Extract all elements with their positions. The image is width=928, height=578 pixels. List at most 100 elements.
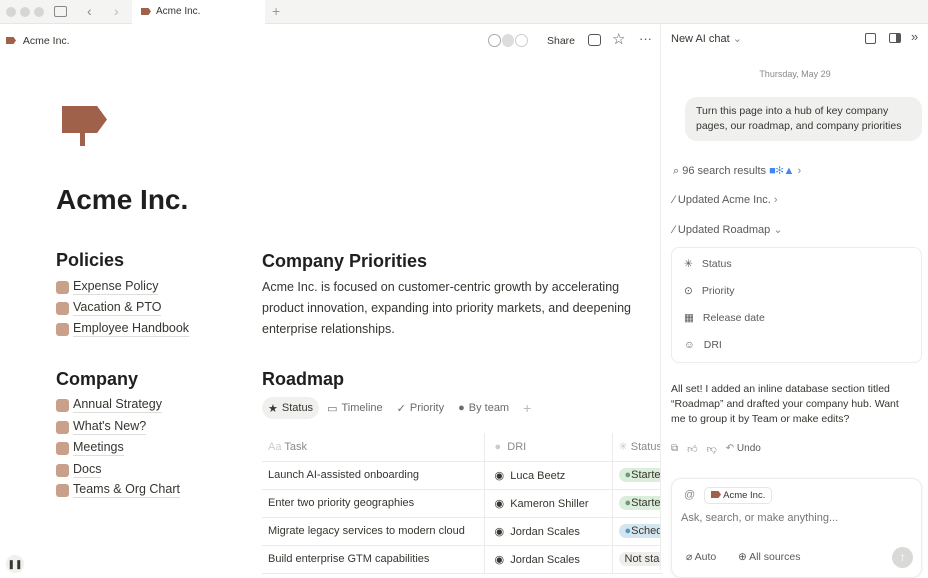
table-row[interactable]: Migrate legacy services to modern cloud ◉… [262, 517, 662, 546]
table-header-row: Aa Task ● DRI ✳ Status [262, 433, 662, 462]
link-expense-policy[interactable]: Expense Policy [56, 279, 159, 295]
context-chip[interactable]: Acme Inc. [704, 487, 773, 504]
pencil-icon: ⁄ [673, 194, 675, 206]
collaborator-avatars[interactable] [488, 34, 528, 48]
link-docs[interactable]: Docs [56, 462, 102, 478]
close-window-button[interactable] [6, 7, 16, 17]
mention-icon[interactable]: @ [684, 489, 695, 501]
chat-input-box[interactable]: @ Acme Inc. ⌀ Auto ⊕ All sources ↑ [671, 478, 922, 578]
new-chat-icon[interactable] [865, 33, 876, 44]
dri-cell[interactable]: ◉ Jordan Scales [483, 517, 613, 546]
table-row[interactable]: Enter two priority geographies ◉ Kameron … [262, 489, 662, 518]
company-priorities-text[interactable]: Acme Inc. is focused on customer-centric… [262, 277, 657, 340]
roadmap-table: Aa Task ● DRI ✳ Status Launch AI-assiste… [262, 433, 662, 574]
page-title[interactable]: Acme Inc. [56, 184, 188, 216]
context-chip-label: Acme Inc. [723, 490, 766, 501]
header-label: Task [284, 440, 307, 453]
favorite-star-icon[interactable]: ☆ [612, 30, 625, 48]
share-button[interactable]: Share [547, 35, 575, 47]
thumbs-up-icon[interactable]: 👍︎ [687, 443, 697, 455]
mode-label: Auto [694, 551, 717, 563]
roadmap-heading[interactable]: Roadmap [262, 369, 344, 390]
status-icon: ✳ [684, 258, 693, 270]
property-release-date: ▦ Release date [684, 312, 765, 324]
task-cell[interactable]: Migrate legacy services to modern cloud [262, 517, 484, 546]
link-employee-handbook[interactable]: Employee Handbook [56, 321, 190, 337]
browser-tab[interactable]: Acme Inc. [132, 0, 265, 25]
chat-input[interactable] [681, 512, 911, 524]
attach-button[interactable]: ⌀ Auto [686, 551, 716, 563]
pause-button[interactable]: ❚❚ [6, 555, 24, 573]
dri-cell[interactable]: ◉ Kameron Shiller [483, 489, 613, 518]
view-tab-status[interactable]: ★ Status [262, 397, 320, 419]
chat-title-dropdown[interactable]: New AI chat ⌄ [671, 32, 742, 45]
sidebar-toggle-icon[interactable] [54, 6, 67, 17]
collapse-panel-icon[interactable]: » [911, 29, 918, 44]
link-label: Vacation & PTO [73, 300, 162, 316]
view-label: Timeline [341, 402, 383, 414]
person-icon: ● [458, 402, 465, 414]
dri-name: Jordan Scales [510, 553, 580, 566]
status-cell[interactable]: ●Scheduled [612, 517, 662, 546]
add-view-button[interactable]: + [517, 397, 537, 419]
signpost-icon [6, 37, 16, 44]
maximize-window-button[interactable] [34, 7, 44, 17]
panel-layout-icon[interactable] [889, 33, 901, 43]
sources-button[interactable]: ⊕ All sources [738, 551, 801, 563]
link-meetings[interactable]: Meetings [56, 440, 124, 456]
status-cell[interactable]: Not started [612, 545, 662, 574]
page-icon-signpost[interactable] [62, 106, 107, 133]
company-priorities-heading: Company Priorities [262, 251, 428, 271]
column-header-task[interactable]: Aa Task [262, 433, 484, 462]
undo-button[interactable]: ↶ Undo [726, 443, 761, 455]
task-cell[interactable]: Enter two priority geographies [262, 489, 484, 518]
column-header-status[interactable]: ✳ Status [612, 433, 662, 462]
link-vacation-pto[interactable]: Vacation & PTO [56, 300, 162, 316]
meetings-icon [56, 441, 69, 455]
forward-icon[interactable]: › [114, 3, 119, 19]
dri-cell[interactable]: ◉ Jordan Scales [483, 545, 613, 574]
new-tab-button[interactable]: + [272, 3, 280, 19]
status-cell[interactable]: ●Started [612, 489, 662, 518]
pencil-icon: ⁄ [673, 224, 675, 236]
updated-roadmap-step[interactable]: ⁄ Updated Roadmap ⌄ [673, 223, 783, 236]
link-whats-new[interactable]: What's New? [56, 419, 147, 435]
step-label: 96 search results [682, 165, 766, 177]
view-tab-priority[interactable]: ✓ Priority [391, 397, 450, 419]
link-annual-strategy[interactable]: Annual Strategy [56, 397, 162, 413]
task-cell[interactable]: Build enterprise GTM capabilities [262, 545, 484, 574]
back-icon[interactable]: ‹ [87, 3, 92, 19]
property-label: DRI [703, 339, 722, 351]
vacation-icon [56, 301, 69, 315]
table-row[interactable]: Launch AI-assisted onboarding ◉ Luca Beet… [262, 461, 662, 490]
send-button[interactable]: ↑ [892, 547, 913, 568]
link-label: Meetings [73, 440, 124, 456]
thumbs-down-icon[interactable]: 👎︎ [707, 443, 717, 455]
column-header-dri[interactable]: ● DRI [483, 433, 613, 462]
sources-label: All sources [749, 551, 801, 563]
table-row[interactable]: Build enterprise GTM capabilities ◉ Jorda… [262, 545, 662, 574]
dri-name: Luca Beetz [510, 469, 566, 482]
status-badge: ●Started [618, 496, 662, 510]
dri-cell[interactable]: ◉ Luca Beetz [483, 461, 613, 490]
dri-name: Kameron Shiller [510, 497, 589, 510]
link-label: Teams & Org Chart [73, 482, 180, 498]
comments-icon[interactable] [588, 34, 601, 46]
view-tab-timeline[interactable]: ▭ Timeline [321, 397, 389, 419]
link-label: Expense Policy [73, 279, 159, 295]
calendar-icon: ▭ [327, 402, 338, 415]
status-label: Not started [624, 553, 662, 565]
link-teams-org-chart[interactable]: Teams & Org Chart [56, 482, 180, 498]
calendar-icon [56, 398, 69, 412]
task-cell[interactable]: Launch AI-assisted onboarding [262, 461, 484, 490]
copy-icon[interactable]: ⧉ [671, 443, 678, 455]
search-results-step[interactable]: ⌕ 96 search results ■✻▲ › [673, 165, 801, 178]
status-cell[interactable]: ●Started [612, 461, 662, 490]
undo-label: Undo [736, 443, 761, 454]
more-options-icon[interactable]: ··· [639, 31, 652, 46]
view-tab-by-team[interactable]: ● By team [452, 397, 515, 419]
minimize-window-button[interactable] [20, 7, 30, 17]
status-badge: ●Started [618, 468, 662, 482]
breadcrumb[interactable]: Acme Inc. [6, 35, 70, 47]
updated-page-step[interactable]: ⁄ Updated Acme Inc. › [673, 194, 778, 206]
